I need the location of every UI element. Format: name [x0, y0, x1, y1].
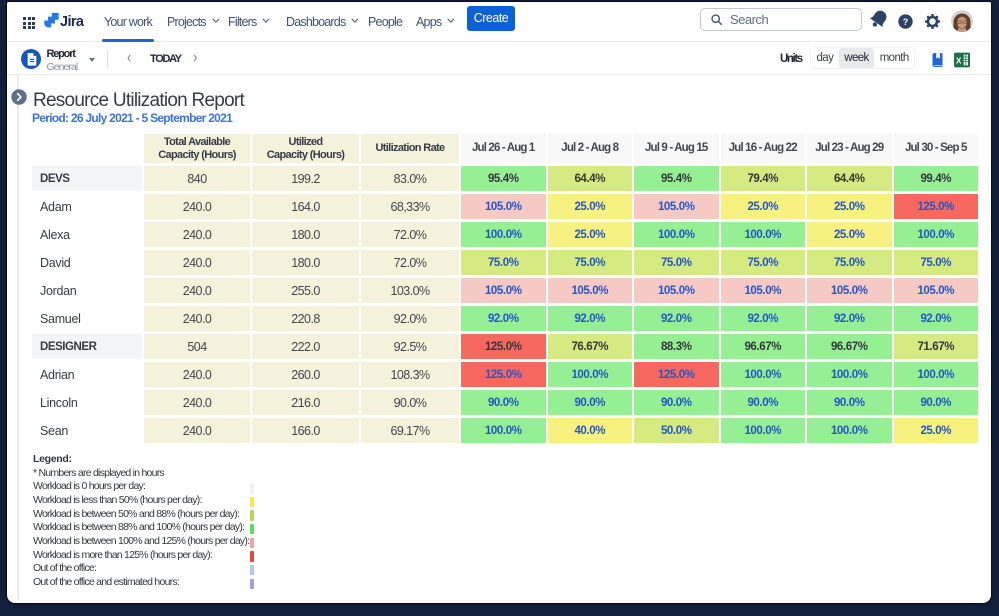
svg-text:?: ? [903, 17, 909, 27]
svg-text:X: X [956, 56, 962, 65]
